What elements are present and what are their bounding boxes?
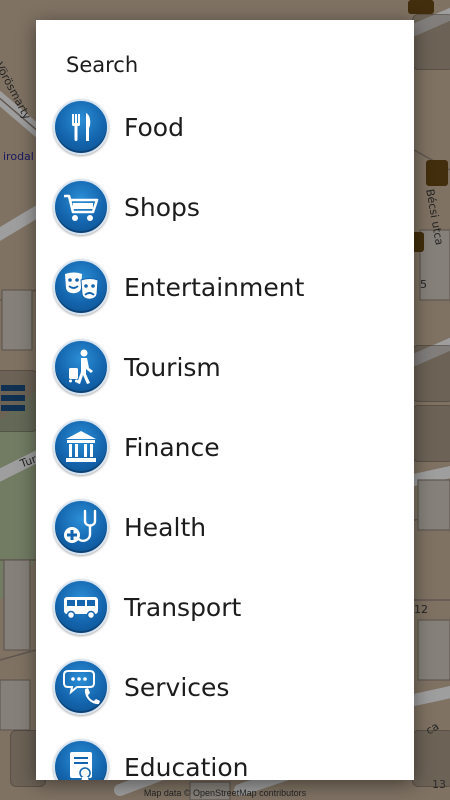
category-item-shops[interactable]: Shops [36,167,414,247]
category-item-services[interactable]: Services [36,647,414,727]
category-item-tourism[interactable]: Tourism [36,327,414,407]
category-label: Health [124,512,207,542]
bank-icon [53,419,109,475]
theater-masks-icon [53,259,109,315]
category-list[interactable]: Food Shops Entertainment Tourism Finance… [36,20,414,780]
screen: Vörösmarty irodal Bécsi utca 5 Tur 12 ca… [0,0,450,800]
category-label: Shops [124,192,200,222]
category-item-education[interactable]: Education [36,727,414,780]
category-label: Entertainment [124,272,305,302]
category-item-food[interactable]: Food [36,87,414,167]
category-label: Services [124,672,230,702]
stethoscope-icon [53,499,109,555]
category-item-entertainment[interactable]: Entertainment [36,247,414,327]
bus-icon [53,579,109,635]
category-item-health[interactable]: Health [36,487,414,567]
category-label: Finance [124,432,220,462]
category-label: Education [124,752,249,781]
diploma-icon [53,739,109,780]
category-label: Tourism [124,352,221,382]
category-item-transport[interactable]: Transport [36,567,414,647]
traveler-icon [53,339,109,395]
fork-knife-icon [53,99,109,155]
search-dialog: Search Food Shops Entertainment Tourism … [36,20,414,780]
phone-chat-icon [53,659,109,715]
shopping-cart-icon [53,179,109,235]
category-item-finance[interactable]: Finance [36,407,414,487]
category-label: Food [124,112,184,142]
category-label: Transport [124,592,242,622]
